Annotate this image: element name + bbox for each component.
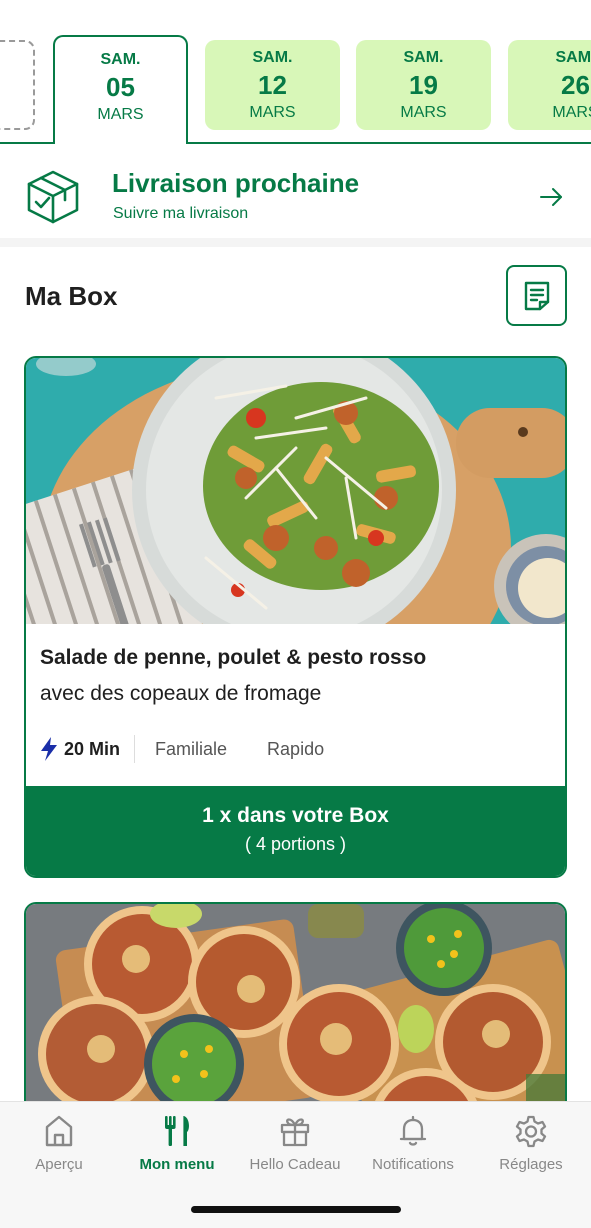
recipe-subtitle: avec des copeaux de fromage — [40, 682, 322, 705]
date-card-previous[interactable] — [0, 40, 35, 130]
tab-hello-cadeau[interactable]: Hello Cadeau — [236, 1114, 354, 1173]
date-card[interactable]: SAM. 19 MARS — [356, 40, 491, 130]
tab-label: Aperçu — [35, 1156, 83, 1173]
notes-button[interactable] — [506, 265, 567, 326]
tab-notifications[interactable]: Notifications — [354, 1114, 472, 1173]
notes-icon — [524, 281, 549, 310]
date-day: 19 — [409, 70, 438, 100]
gear-icon — [515, 1115, 547, 1148]
recipe-image — [26, 358, 565, 624]
home-icon — [45, 1115, 73, 1147]
tab-label: Hello Cadeau — [249, 1156, 341, 1173]
date-month: MARS — [400, 104, 447, 121]
date-month: MARS — [97, 106, 144, 123]
in-box-banner[interactable]: 1 x dans votre Box ( 4 portions ) — [26, 786, 565, 876]
tab-apercu[interactable]: Aperçu — [0, 1114, 118, 1173]
recipe-tag: Familiale — [155, 738, 228, 759]
tab-mon-menu[interactable]: Mon menu — [118, 1114, 236, 1173]
delivery-title: Livraison prochaine — [112, 168, 360, 198]
section-separator — [0, 238, 591, 247]
recipe-tag: Rapido — [267, 738, 325, 759]
tab-label: Mon menu — [139, 1156, 215, 1173]
box-icon — [27, 170, 79, 224]
prep-time-label: 20 Min — [64, 738, 121, 759]
recipe-tags: 20 Min Familiale Rapido — [40, 734, 364, 764]
tag-divider — [134, 735, 136, 763]
date-card[interactable]: SAM. 26 MARS — [508, 40, 591, 130]
date-card-selected[interactable]: SAM. 05 MARS — [53, 35, 188, 144]
date-dow: SAM. — [555, 49, 591, 66]
date-day: 12 — [258, 70, 287, 100]
date-dow: SAM. — [252, 49, 293, 66]
bolt-icon — [41, 737, 57, 761]
date-dow: SAM. — [100, 51, 141, 68]
prep-time: 20 Min — [40, 736, 120, 762]
home-indicator — [191, 1206, 401, 1213]
tab-reglages[interactable]: Réglages — [472, 1114, 590, 1173]
box-quantity: 1 x dans votre Box — [202, 804, 389, 827]
date-strip: SAM. 05 MARS SAM. 12 MARS SAM. 19 MARS S… — [0, 0, 591, 146]
date-day: 26 — [561, 70, 590, 100]
date-day: 05 — [106, 72, 135, 102]
delivery-tracking-row[interactable]: Livraison prochaine Suivre ma livraison — [0, 148, 591, 238]
tab-label: Notifications — [372, 1156, 454, 1173]
delivery-subtitle[interactable]: Suivre ma livraison — [113, 205, 248, 223]
date-card[interactable]: SAM. 12 MARS — [205, 40, 340, 130]
tab-label: Réglages — [499, 1156, 563, 1173]
arrow-right-icon[interactable] — [536, 182, 566, 212]
section-title: Ma Box — [25, 281, 118, 311]
date-month: MARS — [552, 104, 591, 121]
gift-icon — [280, 1118, 310, 1147]
date-dow: SAM. — [403, 49, 444, 66]
date-month: MARS — [249, 104, 296, 121]
bell-icon — [399, 1115, 427, 1146]
cutlery-icon — [165, 1116, 189, 1146]
box-portions: ( 4 portions ) — [244, 834, 347, 854]
recipe-name: Salade de penne, poulet & pesto rosso — [40, 646, 427, 669]
recipe-card[interactable]: Salade de penne, poulet & pesto rosso av… — [24, 356, 567, 878]
